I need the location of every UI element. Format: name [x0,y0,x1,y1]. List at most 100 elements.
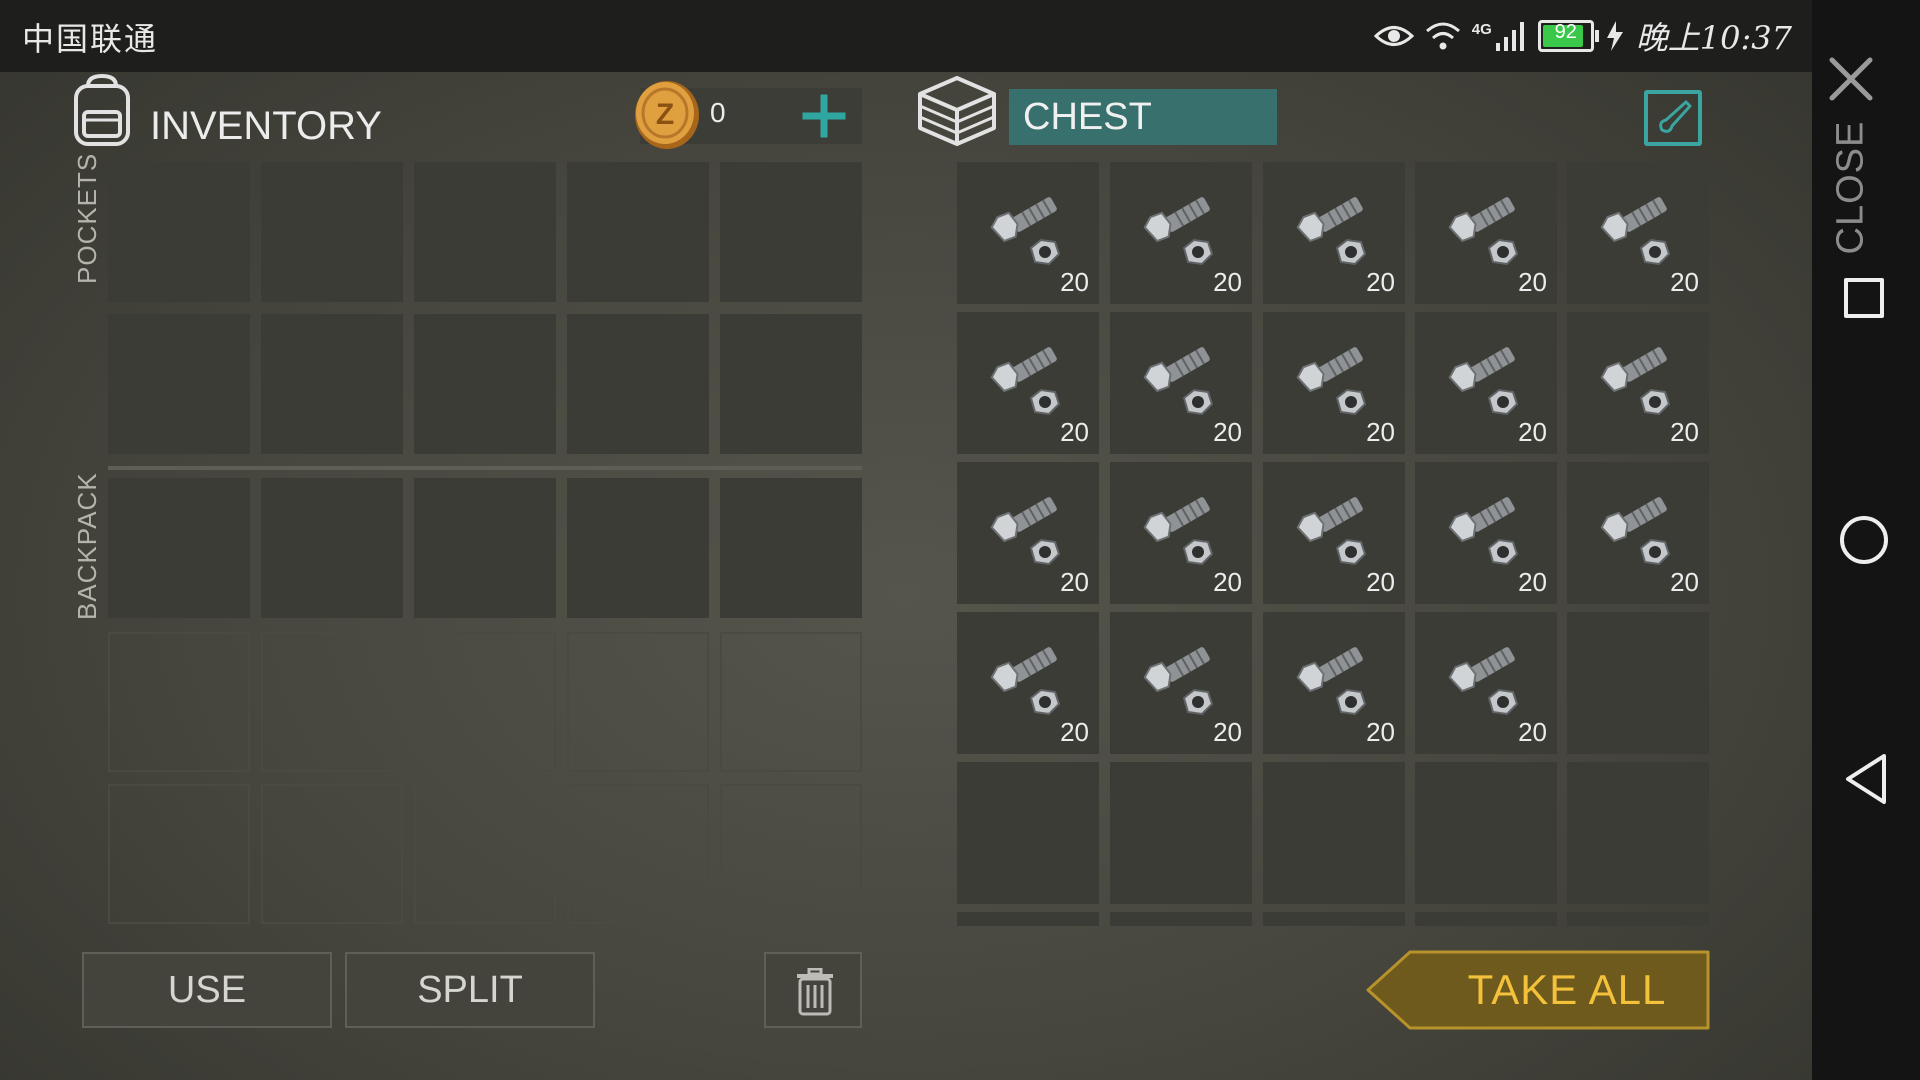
chest-slot[interactable] [1567,612,1709,754]
chest-slot[interactable]: 20 [1110,462,1252,604]
rename-chest-button[interactable] [1644,90,1702,146]
bolt-and-nut-icon [1448,197,1519,266]
chest-slot[interactable]: 20 [1110,162,1252,304]
inventory-title: INVENTORY [150,104,382,148]
chest-slot[interactable] [1567,912,1709,926]
coin-icon: Z [635,81,699,149]
coin-count: 0 [710,97,726,128]
chest-slot[interactable] [1263,912,1405,926]
chest-slot[interactable]: 20 [1415,612,1557,754]
chest-slot[interactable] [1110,912,1252,926]
chest-slot[interactable]: 20 [957,612,1099,754]
pocket-slot[interactable] [108,162,250,302]
bolt-and-nut-icon [1600,347,1671,416]
take-all-label[interactable]: TAKE ALL [1424,950,1710,1030]
pocket-slot[interactable] [414,314,556,454]
locked-slot [261,632,403,772]
pocket-slot[interactable] [108,314,250,454]
item-quantity: 20 [1213,717,1242,747]
item-quantity: 20 [1366,267,1395,297]
bolt-and-nut-icon [1296,347,1367,416]
eye-icon [1373,26,1414,46]
locked-slot [567,632,709,772]
item-quantity: 20 [1670,567,1699,597]
item-quantity: 20 [1518,417,1547,447]
pocket-slot[interactable] [567,162,709,302]
chest-slot[interactable]: 20 [1263,462,1405,604]
bolt-and-nut-icon [1448,347,1519,416]
item-quantity: 20 [1213,417,1242,447]
network-type: 4G [1471,20,1492,38]
chest-slot[interactable]: 20 [1415,162,1557,304]
bolt-and-nut-icon [1143,647,1214,716]
add-coins-button[interactable] [800,92,848,140]
chest-slot[interactable]: 20 [957,462,1099,604]
item-quantity: 20 [1060,417,1089,447]
pocket-slot[interactable] [720,162,862,302]
item-quantity: 20 [1670,267,1699,297]
chest-slot[interactable]: 20 [1567,162,1709,304]
chest-slot[interactable] [1263,762,1405,904]
chest-slot[interactable] [957,912,1099,926]
recent-apps-button[interactable] [1844,278,1884,318]
back-button[interactable] [1842,752,1890,806]
svg-text:Z: Z [656,98,674,131]
chest-slot[interactable] [1415,762,1557,904]
backpack-slot[interactable] [414,478,556,618]
locked-slot [567,784,709,924]
trash-button[interactable] [764,952,862,1028]
battery-icon: 92 [1537,20,1599,52]
bolt-and-nut-icon [1600,197,1671,266]
chest-slot[interactable]: 20 [957,312,1099,454]
chest-slot[interactable] [957,762,1099,904]
pocket-slot[interactable] [261,314,403,454]
close-icon[interactable] [1826,54,1876,104]
backpack-slot[interactable] [108,478,250,618]
chest-slot[interactable]: 20 [1567,462,1709,604]
backpack-slot[interactable] [261,478,403,618]
chest-slot[interactable]: 20 [1415,462,1557,604]
pocket-slot[interactable] [567,314,709,454]
backpack-slot[interactable] [720,478,862,618]
pocket-slot[interactable] [261,162,403,302]
item-quantity: 20 [1213,567,1242,597]
signal-icon [1495,22,1524,51]
pocket-slot[interactable] [414,162,556,302]
split-button[interactable]: SPLIT [345,952,595,1028]
pocket-slot[interactable] [720,314,862,454]
locked-slot [720,632,862,772]
locked-slot [261,784,403,924]
close-label[interactable]: CLOSE [1830,121,1872,255]
clock: 晚上10:37 [1635,19,1792,57]
use-button[interactable]: USE [82,952,332,1028]
bolt-and-nut-icon [1143,197,1214,266]
locked-slot [414,632,556,772]
battery-percent: 92 [1554,21,1577,43]
chest-name-field[interactable]: CHEST [1009,89,1277,145]
chest-slot[interactable] [1415,912,1557,926]
home-button[interactable] [1840,516,1888,564]
chest-slot[interactable] [1567,762,1709,904]
chest-slot[interactable] [1110,762,1252,904]
locked-slot [414,784,556,924]
wifi-icon [1425,22,1460,50]
trash-icon [797,968,833,1016]
item-quantity: 20 [1060,567,1089,597]
charging-icon [1606,21,1623,51]
bolt-and-nut-icon [1296,197,1367,266]
section-divider [108,466,862,470]
close-text: CLOSE [1829,120,1872,255]
chest-slot[interactable]: 20 [1110,312,1252,454]
chest-slot[interactable]: 20 [957,162,1099,304]
chest-slot[interactable]: 20 [1567,312,1709,454]
chest-slot[interactable]: 20 [1263,312,1405,454]
bolt-and-nut-icon [1296,497,1367,566]
chest-slot[interactable]: 20 [1263,612,1405,754]
chest-slot[interactable]: 20 [1263,162,1405,304]
bolt-and-nut-icon [990,347,1061,416]
chest-slot[interactable]: 20 [1110,612,1252,754]
backpack-slot[interactable] [567,478,709,618]
item-quantity: 20 [1366,417,1395,447]
chest-slot[interactable]: 20 [1415,312,1557,454]
locked-slot [108,784,250,924]
